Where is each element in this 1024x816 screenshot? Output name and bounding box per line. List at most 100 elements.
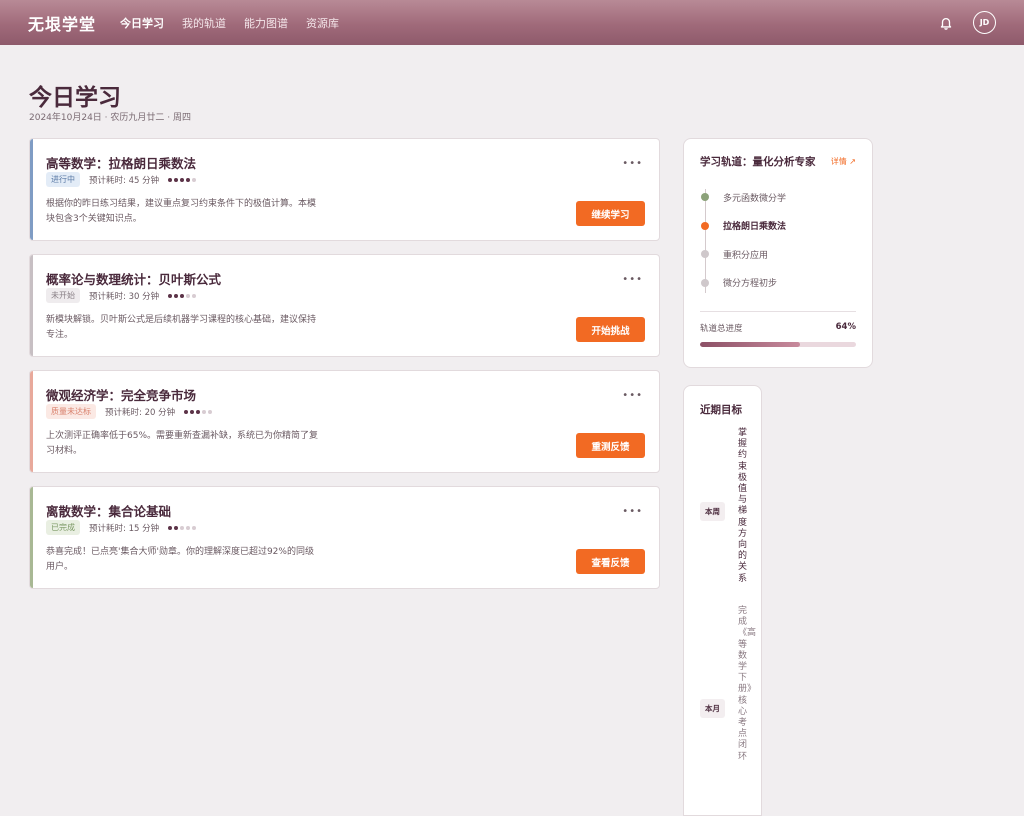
status-badge: 未开始 [46, 288, 80, 303]
progress-label: 轨道总进度 [700, 324, 743, 334]
page-title: 今日学习 [29, 84, 121, 111]
header-actions: JD [939, 11, 996, 34]
task-title: 离散数学：集合论基础 [46, 504, 172, 519]
difficulty-dot-filled [168, 177, 173, 182]
goal-item-month[interactable]: 本月 完成《高等数学下册》核心考点闭环 [700, 604, 756, 762]
task-card[interactable]: 微观经济学：完全竞争市场 质量未达标 预计耗时: 20 分钟 上次测评正确率低于… [29, 370, 660, 473]
track-step[interactable]: 多元函数微分学 [701, 183, 856, 212]
step-label: 拉格朗日乘数法 [723, 222, 787, 233]
task-status-stripe [30, 139, 33, 240]
estimated-time: 预计耗时: 45 分钟 [89, 175, 160, 186]
task-list: 高等数学：拉格朗日乘数法 进行中 预计耗时: 45 分钟 根据你的昨日练习结果，… [29, 138, 660, 602]
nav-item-resources[interactable]: 资源库 [306, 15, 339, 31]
difficulty-dot-filled [180, 177, 185, 182]
task-description: 根据你的昨日练习结果，建议重点复习约束条件下的极值计算。本模块包含3个关键知识点… [46, 199, 317, 224]
status-badge: 已完成 [46, 520, 80, 535]
difficulty-dot-filled [168, 293, 173, 298]
track-title: 学习轨道：量化分析专家 [700, 156, 816, 168]
more-options-icon[interactable]: ••• [622, 275, 643, 285]
nav-item-today[interactable]: 今日学习 [120, 15, 164, 31]
status-badge: 进行中 [46, 172, 80, 187]
difficulty-dot-empty [192, 177, 197, 182]
difficulty-dot-empty [202, 409, 207, 414]
difficulty-dot-filled [168, 525, 173, 530]
task-meta: 进行中 预计耗时: 45 分钟 [46, 172, 197, 187]
more-options-icon[interactable]: ••• [622, 391, 643, 401]
difficulty-dots [168, 177, 197, 182]
track-step[interactable]: 重积分应用 [701, 240, 856, 269]
estimated-time: 预计耗时: 15 分钟 [89, 523, 160, 534]
goal-text: 完成《高等数学下册》核心考点闭环 [738, 606, 757, 762]
user-avatar[interactable]: JD [973, 11, 996, 34]
main-nav: 今日学习 我的轨道 能力图谱 资源库 [120, 15, 339, 31]
track-step[interactable]: 微分方程初步 [701, 269, 856, 298]
difficulty-dots [184, 409, 213, 414]
task-card[interactable]: 高等数学：拉格朗日乘数法 进行中 预计耗时: 45 分钟 根据你的昨日练习结果，… [29, 138, 660, 241]
difficulty-dot-empty [192, 525, 197, 530]
step-label: 重积分应用 [723, 250, 769, 261]
recent-goals-panel: 近期目标 本周 掌握约束极值与梯度方向的关系 本月 完成《高等数学下册》核心考点… [683, 385, 762, 816]
task-meta: 未开始 预计耗时: 30 分钟 [46, 288, 197, 303]
difficulty-dot-filled [174, 177, 179, 182]
top-navigation-bar: 无垠学堂 今日学习 我的轨道 能力图谱 资源库 JD [0, 0, 1024, 45]
task-description: 上次测评正确率低于65%。需要重新查漏补缺，系统已为你精简了复习材料。 [46, 431, 319, 456]
step-status-icon [701, 250, 709, 259]
start-challenge-button[interactable]: 开始挑战 [576, 317, 645, 342]
task-description: 恭喜完成！已点亮'集合大师'勋章。你的理解深度已超过92%的同级用户。 [46, 547, 314, 572]
goals-title: 近期目标 [700, 404, 742, 416]
bell-icon[interactable] [939, 16, 953, 30]
task-description: 新模块解锁。贝叶斯公式是后续机器学习课程的核心基础，建议保持专注。 [46, 315, 317, 340]
retest-feedback-button[interactable]: 重测反馈 [576, 433, 645, 458]
difficulty-dot-empty [208, 409, 213, 414]
task-title: 高等数学：拉格朗日乘数法 [46, 156, 197, 171]
difficulty-dot-empty [180, 525, 185, 530]
difficulty-dot-filled [184, 409, 189, 414]
goal-item-week[interactable]: 本周 掌握约束极值与梯度方向的关系 [700, 426, 747, 584]
task-status-stripe [30, 371, 33, 472]
track-progress-row: 轨道总进度 64% [700, 322, 856, 334]
track-header: 学习轨道：量化分析专家 详情 ↗ [700, 154, 856, 169]
difficulty-dot-empty [186, 525, 191, 530]
goal-text: 掌握约束极值与梯度方向的关系 [738, 428, 748, 584]
status-badge: 质量未达标 [46, 404, 96, 419]
difficulty-dot-filled [174, 293, 179, 298]
difficulty-dot-filled [186, 177, 191, 182]
app-logo[interactable]: 无垠学堂 [28, 11, 96, 35]
task-status-stripe [30, 487, 33, 588]
task-status-stripe [30, 255, 33, 356]
difficulty-dot-empty [192, 293, 197, 298]
task-meta: 已完成 预计耗时: 15 分钟 [46, 520, 197, 535]
difficulty-dot-filled [180, 293, 185, 298]
task-meta: 质量未达标 预计耗时: 20 分钟 [46, 404, 213, 419]
difficulty-dot-filled [196, 409, 201, 414]
difficulty-dot-filled [174, 525, 179, 530]
track-steps: 多元函数微分学 拉格朗日乘数法 重积分应用 微分方程初步 [701, 183, 856, 297]
more-options-icon[interactable]: ••• [622, 159, 643, 169]
more-options-icon[interactable]: ••• [622, 507, 643, 517]
step-label: 微分方程初步 [723, 279, 778, 290]
difficulty-dots [168, 293, 197, 298]
task-title: 概率论与数理统计：贝叶斯公式 [46, 272, 222, 287]
nav-item-skill-map[interactable]: 能力图谱 [244, 15, 288, 31]
learning-track-panel: 学习轨道：量化分析专家 详情 ↗ 多元函数微分学 拉格朗日乘数法 重积分应用 微… [683, 138, 873, 368]
step-status-icon [701, 193, 709, 202]
difficulty-dot-empty [186, 293, 191, 298]
page-date: 2024年10月24日 · 农历九月廿二 · 周四 [29, 113, 191, 123]
goal-period-tag: 本月 [700, 699, 725, 718]
progress-percentage: 64% [835, 322, 856, 332]
divider [700, 311, 856, 312]
estimated-time: 预计耗时: 30 分钟 [89, 291, 160, 302]
task-title: 微观经济学：完全竞争市场 [46, 388, 197, 403]
step-status-icon [701, 221, 709, 230]
view-feedback-button[interactable]: 查看反馈 [576, 549, 645, 574]
progress-bar [700, 342, 856, 347]
task-card[interactable]: 概率论与数理统计：贝叶斯公式 未开始 预计耗时: 30 分钟 新模块解锁。贝叶斯… [29, 254, 660, 357]
track-step[interactable]: 拉格朗日乘数法 [701, 212, 856, 241]
progress-bar-fill [700, 342, 800, 347]
task-card[interactable]: 离散数学：集合论基础 已完成 预计耗时: 15 分钟 恭喜完成！已点亮'集合大师… [29, 486, 660, 589]
continue-learning-button[interactable]: 继续学习 [576, 201, 645, 226]
estimated-time: 预计耗时: 20 分钟 [105, 407, 176, 418]
nav-item-my-track[interactable]: 我的轨道 [182, 15, 226, 31]
track-detail-link[interactable]: 详情 ↗ [831, 156, 856, 167]
step-status-icon [701, 278, 709, 287]
